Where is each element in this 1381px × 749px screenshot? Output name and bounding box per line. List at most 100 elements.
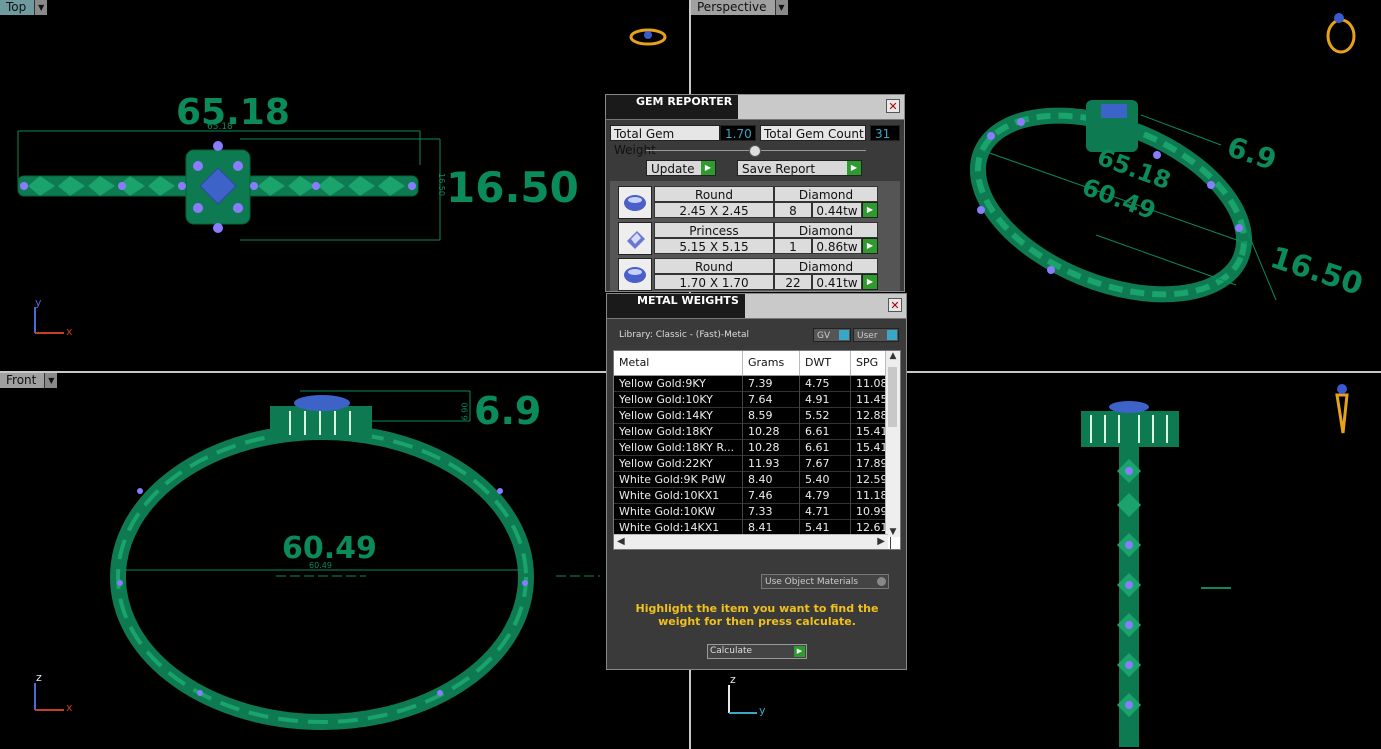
- gem-material: Diamond: [774, 258, 878, 274]
- round-gem-icon: [618, 186, 652, 219]
- dwt-cell: 4.79: [800, 488, 851, 504]
- table-row[interactable]: White Gold:9K PdW 8.40 5.40 12.59: [614, 472, 891, 488]
- update-button[interactable]: Update ▶: [646, 160, 716, 176]
- gem-material: Diamond: [774, 222, 878, 238]
- table-row[interactable]: Yellow Gold:14KY 8.59 5.52 12.88: [614, 408, 891, 424]
- y-axis-label: y: [759, 704, 766, 717]
- dwt-cell: 5.52: [800, 408, 851, 424]
- metal-name-cell: Yellow Gold:18KY R...: [614, 440, 743, 456]
- grams-cell: 8.40: [743, 472, 800, 488]
- grams-cell: 7.64: [743, 392, 800, 408]
- calculate-button-label: Calculate: [710, 646, 753, 656]
- gem-row[interactable]: Princess 5.15 X 5.15 Diamond 1 0.86tw ▶: [618, 222, 878, 255]
- splitter-handle[interactable]: [749, 145, 761, 157]
- metal-name-cell: White Gold:10KX1: [614, 488, 743, 504]
- dwt-cell: 7.67: [800, 456, 851, 472]
- top-viewport[interactable]: Top ▼ 65.18 65.18 16.50 16.50 y x: [0, 0, 689, 371]
- column-header-metal[interactable]: Metal: [614, 351, 743, 375]
- gem-list: Round 2.45 X 2.45 Diamond 8 0.44tw ▶ Pri…: [610, 181, 900, 291]
- metal-name-cell: White Gold:10KW: [614, 504, 743, 520]
- gem-reporter-titlebar[interactable]: GEM REPORTER ✕: [606, 95, 904, 120]
- scroll-down-icon[interactable]: ▼: [886, 527, 900, 537]
- vertical-scrollbar[interactable]: ▲ ▼: [885, 351, 900, 537]
- grams-cell: 7.33: [743, 504, 800, 520]
- grams-cell: 7.46: [743, 488, 800, 504]
- gem-weight: 0.41tw: [812, 274, 862, 290]
- scroll-left-icon[interactable]: ◀: [617, 536, 625, 547]
- setting-height-dimension: 6.9: [474, 389, 542, 433]
- front-viewport[interactable]: Front ▼ 6.9 6.90 60.49 60.49 z x: [0, 373, 689, 749]
- setting-height-dimension-small: 6.90: [460, 402, 470, 421]
- z-axis-label: z: [730, 673, 736, 686]
- dwt-cell: 6.61: [800, 424, 851, 440]
- top-view-model: [17, 28, 667, 334]
- metal-name-cell: Yellow Gold:22KY: [614, 456, 743, 472]
- gem-material: Diamond: [774, 186, 878, 202]
- table-row[interactable]: Yellow Gold:9KY 7.39 4.75 11.08: [614, 376, 891, 392]
- scrollbar-thumb[interactable]: [888, 367, 897, 427]
- metal-name-cell: Yellow Gold:10KY: [614, 392, 743, 408]
- gv-label: GV: [817, 331, 831, 341]
- z-axis-label: z: [36, 671, 42, 684]
- play-icon: ▶: [863, 203, 877, 217]
- gem-details-button[interactable]: ▶: [862, 238, 878, 254]
- column-header-grams[interactable]: Grams: [743, 351, 800, 375]
- user-label: User: [857, 331, 878, 341]
- table-body: Yellow Gold:9KY 7.39 4.75 11.08 Yellow Gold:…: [614, 376, 891, 549]
- grams-cell: 7.39: [743, 376, 800, 392]
- gem-row[interactable]: Round 2.45 X 2.45 Diamond 8 0.44tw ▶: [618, 186, 878, 219]
- gem-shape: Round: [654, 186, 774, 202]
- total-gem-weight-value: 1.70: [720, 125, 756, 141]
- table-row[interactable]: Yellow Gold:18KY 10.28 6.61 15.41: [614, 424, 891, 440]
- gv-toggle[interactable]: GV: [813, 328, 851, 342]
- metal-weights-titlebar[interactable]: METAL WEIGHTS ✕: [607, 294, 906, 319]
- table-row[interactable]: White Gold:10KX1 7.46 4.79 11.18: [614, 488, 891, 504]
- gem-count: 22: [774, 274, 812, 290]
- dwt-cell: 4.91: [800, 392, 851, 408]
- metal-weights-dialog: METAL WEIGHTS ✕ Library: Classic - (Fast…: [606, 293, 907, 670]
- dialog-title: GEM REPORTER: [606, 95, 739, 119]
- gem-weight: 0.86tw: [812, 238, 862, 254]
- dwt-cell: 5.40: [800, 472, 851, 488]
- gem-size: 5.15 X 5.15: [654, 238, 774, 254]
- save-report-button[interactable]: Save Report ▶: [737, 160, 862, 176]
- table-row[interactable]: Yellow Gold:18KY R... 10.28 6.61 15.41: [614, 440, 891, 456]
- table-row[interactable]: White Gold:10KW 7.33 4.71 10.99: [614, 504, 891, 520]
- dwt-cell: 4.71: [800, 504, 851, 520]
- library-label: Library: Classic - (Fast)-Metal: [619, 330, 750, 340]
- column-header-dwt[interactable]: DWT: [800, 351, 851, 375]
- gem-row[interactable]: Round 1.70 X 1.70 Diamond 22 0.41tw ▶: [618, 258, 878, 291]
- gem-details-button[interactable]: ▶: [862, 274, 878, 290]
- calculate-button[interactable]: Calculate ▶: [707, 644, 807, 659]
- princess-gem-icon: [618, 222, 652, 255]
- gem-size: 1.70 X 1.70: [654, 274, 774, 290]
- height-dimension: 16.50: [446, 163, 579, 212]
- gem-details-button[interactable]: ▶: [862, 202, 878, 218]
- metal-name-cell: White Gold:9K PdW: [614, 472, 743, 488]
- x-axis-label: x: [66, 325, 73, 338]
- scroll-up-icon[interactable]: ▲: [886, 351, 900, 361]
- diameter-dimension-small: 60.49: [309, 561, 332, 570]
- update-button-label: Update: [651, 162, 695, 176]
- grams-cell: 11.93: [743, 456, 800, 472]
- metal-weights-table[interactable]: Metal Grams DWT SPG Yellow Gold:9KY 7.39 4…: [613, 350, 901, 550]
- toggle-indicator: [839, 330, 849, 340]
- save-report-button-label: Save Report: [742, 162, 816, 176]
- close-icon[interactable]: ✕: [886, 99, 900, 113]
- metal-name-cell: Yellow Gold:14KY: [614, 408, 743, 424]
- gem-count: 8: [774, 202, 812, 218]
- horizontal-scrollbar[interactable]: ◀ ▶: [614, 534, 888, 549]
- gem-reporter-dialog: GEM REPORTER ✕ Total Gem Weight 1.70 Tot…: [605, 94, 905, 292]
- play-icon: ▶: [863, 275, 877, 289]
- user-toggle[interactable]: User: [853, 328, 899, 342]
- height-dimension-small: 16.50: [436, 173, 446, 196]
- table-row[interactable]: Yellow Gold:10KY 7.64 4.91 11.45: [614, 392, 891, 408]
- scroll-right-icon[interactable]: ▶: [877, 536, 885, 547]
- close-icon[interactable]: ✕: [888, 298, 902, 312]
- toggle-indicator: [887, 330, 897, 340]
- metal-name-cell: Yellow Gold:9KY: [614, 376, 743, 392]
- gem-shape: Princess: [654, 222, 774, 238]
- grams-cell: 10.28: [743, 440, 800, 456]
- table-row[interactable]: Yellow Gold:22KY 11.93 7.67 17.89: [614, 456, 891, 472]
- use-object-materials-toggle[interactable]: Use Object Materials: [761, 574, 889, 589]
